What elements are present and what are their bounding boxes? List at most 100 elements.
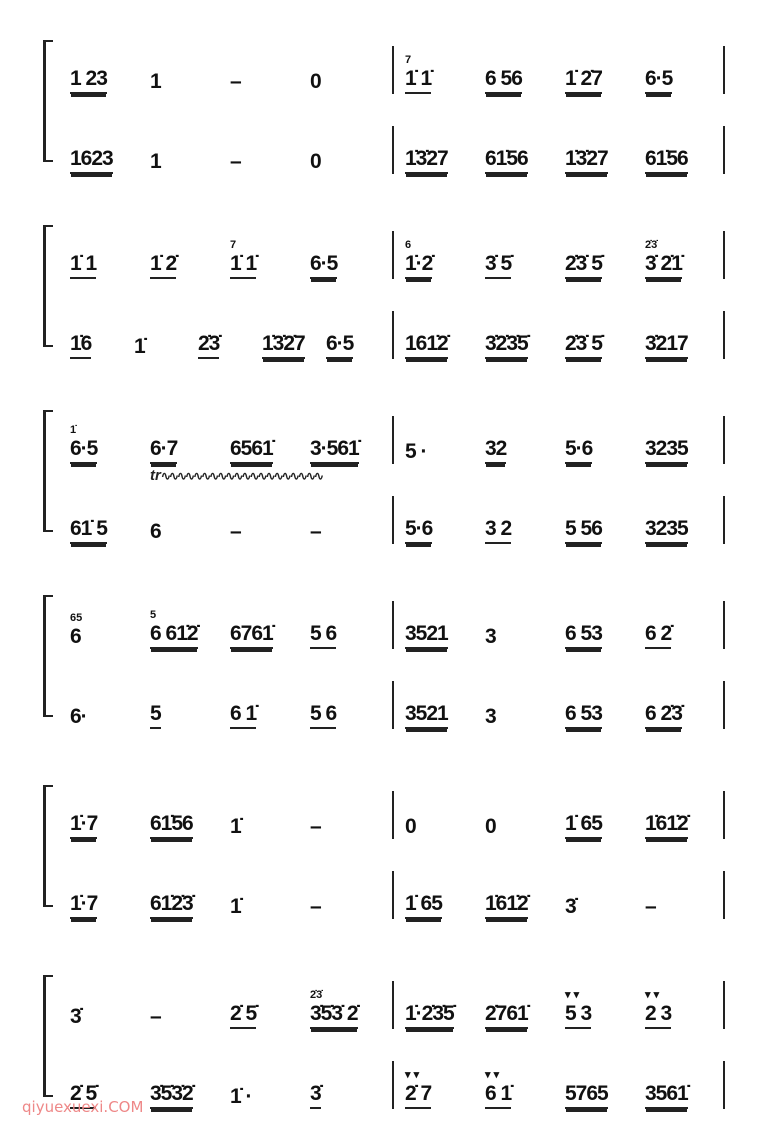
beat: 2̇3̇ 3̇5̇3̇ 2̇ [310, 983, 390, 1029]
beat: 1̇3̇27 [565, 128, 645, 174]
note-group: 0 [310, 70, 322, 93]
lower-staff: 1̇·7 61̇2̇3̇ 1̇ – 1̇ 65 1̇61̇2̇ 3̇ – [60, 871, 725, 919]
note-group: 3̇ 2̇1̇ [645, 252, 683, 279]
grace-note: ▾ ▾ [565, 989, 580, 1001]
note-group: 3̇5̇3̇2̇ [150, 1082, 194, 1109]
note-group: 6 53 [565, 622, 603, 649]
note-group: 6 [150, 520, 162, 543]
beat: 5765 [565, 1063, 645, 1109]
note-group: 1̇ 1 [70, 252, 97, 279]
lower-staff: 1623 1 – 0 1̇3̇27 61̇56 1̇3̇27 61̇56 [60, 126, 725, 174]
note-group: 1̇ [134, 335, 146, 358]
note-group: 3 [485, 705, 497, 728]
beat: 0 [485, 793, 565, 839]
beat: 6561̇ [230, 418, 310, 464]
beat: 3235 [645, 498, 725, 544]
note-group: 0 [485, 815, 497, 838]
grace-note: 2̇3̇ [645, 239, 658, 251]
note-group: 5 6 [310, 622, 337, 649]
note-group: 1̇ 1̇ [405, 67, 432, 94]
beat: 6 1̇·2̇ [405, 233, 485, 279]
barline [392, 871, 394, 919]
note-group: 6761̇ [230, 622, 274, 649]
beat: 1̇ 65 [405, 873, 485, 919]
beat: 3̇5̇3̇2̇ [150, 1063, 230, 1109]
note-group: 6 [70, 625, 82, 648]
grace-note: ▾ ▾ [405, 1069, 420, 1081]
note-group: 1 [150, 70, 162, 93]
beat: 1̇·7 [70, 793, 150, 839]
beat: 32 [485, 418, 565, 464]
beat: 6761̇ [230, 603, 310, 649]
note-group: 3̇5̇3̇ 2̇ [310, 1002, 359, 1029]
score-system: 3̇ –2̇ 5̇ 2̇3̇ 3̇5̇3̇ 2̇ 1̇·2̇3̇5̇ 2̇761̇ ▾ ▾ 5… [40, 975, 730, 1109]
watermark: qiyuexuexi.COM [22, 1098, 144, 1116]
note-group: 5 6 [310, 702, 337, 729]
beat: 3521 [405, 683, 485, 729]
beat: 5·6 [405, 498, 485, 544]
beat: 1 [150, 48, 230, 94]
note-group: 5765 [565, 1082, 609, 1109]
beat: 6·5 [310, 233, 390, 279]
note-group: 1̇·7 [70, 812, 98, 839]
note-group: 2̇3̇ 5̇ [565, 252, 603, 279]
beat: 1̇61̇2̇ [485, 873, 565, 919]
note-group: 3 2 [485, 517, 512, 544]
note-group: 5 56 [565, 517, 603, 544]
note-group: 3̇2̇3̇5̇ [485, 332, 529, 359]
note-group: 1̇3̇2̇7 [262, 332, 306, 359]
note-group: 0 [405, 815, 417, 838]
note-group: – [645, 895, 657, 918]
upper-staff: 1̇ 6·5 6·7 6561̇ 3·561̇ 5 · 32 5·6 3235 [60, 416, 725, 464]
measure: 1̇·7 61̇2̇3̇ 1̇ – [70, 873, 390, 919]
note-group: 3235 [645, 517, 689, 544]
note-group: 61̇56 [645, 147, 689, 174]
note-group: 6 2̇ [645, 622, 672, 649]
beat: 3̇ [565, 873, 645, 919]
beat: ▾ ▾ 2̇ 7 [405, 1063, 485, 1109]
beat: 1 [150, 128, 230, 174]
note-group: 5 [150, 702, 162, 729]
beat: 1̇ [230, 793, 310, 839]
note-group: 32 [485, 437, 507, 464]
note-group: 6·5 [645, 67, 673, 94]
beat: 0 [310, 48, 390, 94]
note-group: 3̇ 5̇ [485, 252, 512, 279]
beat: 6 [150, 498, 230, 544]
note-group: 1̇ 65 [565, 812, 603, 839]
measure: 1̇ 1 1̇ 2̇ 7 1̇ 1̇ 6·5 [70, 233, 390, 279]
beat: 3·561̇ [310, 418, 390, 464]
system-bracket [43, 975, 53, 1097]
beat: – [150, 983, 230, 1029]
note-group: 6 56 [485, 67, 523, 94]
note-group: 3521 [405, 622, 449, 649]
beat: 7 1̇ 1̇ [230, 233, 310, 279]
beat: ▾ ▾ 2 3 [645, 983, 725, 1029]
beat: 1̇3̇27 [405, 128, 485, 174]
note-group: 2̇3̇ [198, 332, 220, 359]
score-system: 65 6 5 6 61̇2̇ 6761̇ 5 6 3521 3 6 53 6 2̇ 6· 5 6 1̇ 5… [40, 595, 730, 729]
system-bracket [43, 785, 53, 907]
note-group: 6 61̇2̇ [150, 622, 199, 649]
measure: ▾ ▾ 2̇ 7 ▾ ▾ 6 1̇ 5765 3561̇ [405, 1063, 725, 1109]
barline [392, 311, 394, 359]
note-group: 1̇ 2̇7 [565, 67, 603, 94]
grace-note: 5 [150, 609, 157, 621]
beat: 6 53 [565, 683, 645, 729]
note-group: 6 2̇3̇ [645, 702, 683, 729]
beat: 3̇ 5̇ [485, 233, 565, 279]
beat: 56 61̇2̇ [150, 603, 230, 649]
beat: 2̇ 5̇ [230, 983, 310, 1029]
measure: 3521 3 6 53 6 2̇ [405, 603, 725, 649]
barline [392, 1061, 394, 1109]
note-group: 1̇61̇2̇ [645, 812, 689, 839]
note-group: 1̇·7 [70, 892, 98, 919]
grace-note: 6 [405, 239, 412, 251]
note-group: 1̇ [230, 895, 242, 918]
score-system: 1̇·7 61̇56 1̇ – 0 0 1̇ 65 1̇61̇2̇ 1̇·7 61̇2̇3̇ 1̇ –… [40, 785, 730, 919]
note-group: 3521 [405, 702, 449, 729]
note-group: 61̇56 [485, 147, 529, 174]
note-group: 1̇ · [230, 1085, 252, 1108]
upper-staff: 1̇ 1 1̇ 2̇ 7 1̇ 1̇ 6·5 6 1̇·2̇ 3̇ 5̇ 2̇3̇ 5̇ 2̇3̇… [60, 231, 725, 279]
note-group: 2 3 [645, 1002, 672, 1029]
